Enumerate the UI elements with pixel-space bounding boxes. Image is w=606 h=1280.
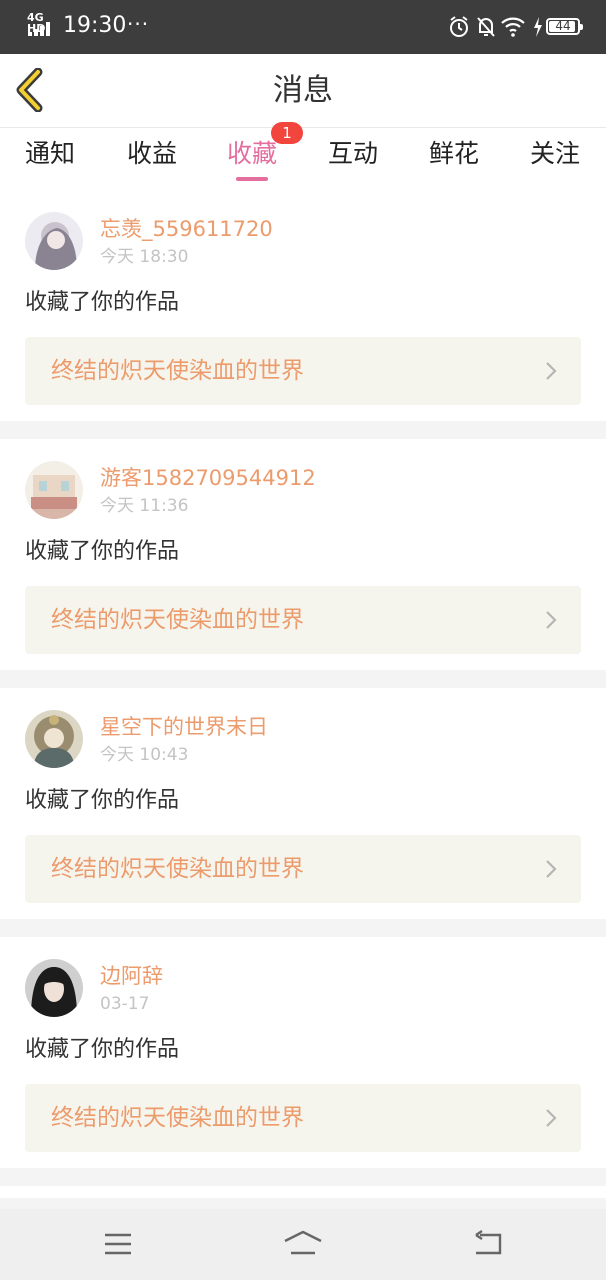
chevron-right-icon <box>546 611 557 629</box>
action-text: 收藏了你的作品 <box>25 788 180 813</box>
tab-bar: 通知 收益 收藏 1 互动 鲜花 关注 <box>0 122 606 190</box>
list-item: 游客1582709544912 今天 11:36 收藏了你的作品 终结的炽天使染… <box>0 439 606 670</box>
more-notifications-indicator: ··· <box>127 12 150 36</box>
timestamp: 03-17 <box>100 994 150 1014</box>
tab-earnings[interactable]: 收益 <box>112 138 192 170</box>
timestamp: 今天 18:30 <box>100 247 189 267</box>
status-time: 19:30 <box>63 13 127 38</box>
list-item: 边阿辞 03-17 收藏了你的作品 终结的炽天使染血的世界 <box>0 937 606 1168</box>
page-title: 消息 <box>273 73 333 108</box>
work-link[interactable]: 终结的炽天使染血的世界 <box>25 835 581 903</box>
work-link[interactable]: 终结的炽天使染血的世界 <box>25 1084 581 1152</box>
list-item-partial <box>0 1186 606 1198</box>
tab-follows[interactable]: 关注 <box>515 138 595 170</box>
title-bar: 消息 <box>0 54 606 128</box>
avatar[interactable] <box>25 461 83 519</box>
username[interactable]: 星空下的世界末日 <box>100 712 268 742</box>
favorites-list: 忘羡_559611720 今天 18:30 收藏了你的作品 终结的炽天使染血的世… <box>0 190 606 1216</box>
tab-flowers[interactable]: 鲜花 <box>414 138 494 170</box>
timestamp: 今天 11:36 <box>100 496 189 516</box>
username[interactable]: 忘羡_559611720 <box>100 214 273 244</box>
menu-icon[interactable] <box>103 1229 133 1259</box>
chevron-right-icon <box>546 362 557 380</box>
status-bar: 4G HD 19:30 ··· 44 <box>0 0 606 54</box>
username[interactable]: 游客1582709544912 <box>100 463 316 493</box>
avatar[interactable] <box>25 212 83 270</box>
timestamp: 今天 10:43 <box>100 745 189 765</box>
mute-notification-icon <box>477 17 495 37</box>
system-navigation-bar <box>0 1209 606 1280</box>
unread-badge: 1 <box>271 122 303 144</box>
work-title: 终结的炽天使染血的世界 <box>51 607 304 633</box>
action-text: 收藏了你的作品 <box>25 290 180 315</box>
back-icon[interactable] <box>472 1229 504 1259</box>
battery-icon: 44 <box>546 18 583 35</box>
list-item: 星空下的世界末日 今天 10:43 收藏了你的作品 终结的炽天使染血的世界 <box>0 688 606 919</box>
work-title: 终结的炽天使染血的世界 <box>51 358 304 384</box>
avatar[interactable] <box>25 959 83 1017</box>
list-item: 忘羡_559611720 今天 18:30 收藏了你的作品 终结的炽天使染血的世… <box>0 190 606 421</box>
tab-interactions[interactable]: 互动 <box>313 138 393 170</box>
work-link[interactable]: 终结的炽天使染血的世界 <box>25 586 581 654</box>
chevron-right-icon <box>546 1109 557 1127</box>
avatar[interactable] <box>25 710 83 768</box>
work-title: 终结的炽天使染血的世界 <box>51 856 304 882</box>
battery-level: 44 <box>555 19 571 33</box>
username[interactable]: 边阿辞 <box>100 961 163 991</box>
action-text: 收藏了你的作品 <box>25 1037 180 1062</box>
tab-notifications[interactable]: 通知 <box>10 138 90 170</box>
chevron-right-icon <box>546 860 557 878</box>
wifi-icon <box>501 17 525 37</box>
work-title: 终结的炽天使染血的世界 <box>51 1105 304 1131</box>
charging-icon <box>534 17 542 37</box>
active-tab-indicator <box>236 177 268 181</box>
signal-icon: 4G HD <box>26 12 56 38</box>
home-icon[interactable] <box>283 1229 323 1259</box>
alarm-icon <box>450 16 468 37</box>
work-link[interactable]: 终结的炽天使染血的世界 <box>25 337 581 405</box>
action-text: 收藏了你的作品 <box>25 539 180 564</box>
